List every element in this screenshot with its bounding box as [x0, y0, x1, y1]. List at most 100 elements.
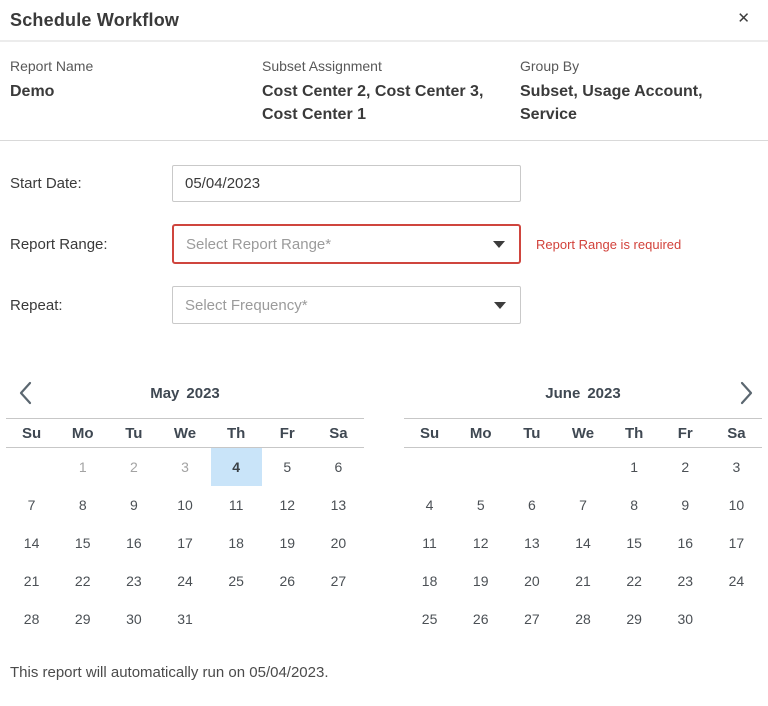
- day-of-week-header: Fr: [660, 418, 711, 448]
- calendar-day[interactable]: 26: [455, 600, 506, 638]
- calendar-day[interactable]: 10: [711, 486, 762, 524]
- month-title: May 2023: [40, 385, 330, 402]
- calendar-day[interactable]: 25: [404, 600, 455, 638]
- calendar-day[interactable]: 4: [404, 486, 455, 524]
- calendar-day[interactable]: 23: [660, 562, 711, 600]
- calendar-day[interactable]: 28: [6, 600, 57, 638]
- month-name: May: [150, 385, 179, 402]
- calendar-day[interactable]: 11: [211, 486, 262, 524]
- calendar-day[interactable]: 21: [6, 562, 57, 600]
- calendar-day[interactable]: 1: [609, 448, 660, 486]
- repeat-placeholder: Select Frequency*: [185, 297, 308, 314]
- calendar-day[interactable]: 12: [262, 486, 313, 524]
- calendar-day[interactable]: 6: [313, 448, 364, 486]
- report-range-placeholder: Select Report Range*: [186, 236, 331, 253]
- calendar-day[interactable]: 3: [711, 448, 762, 486]
- calendar-day[interactable]: 9: [108, 486, 159, 524]
- repeat-row: Repeat: Select Frequency*: [10, 286, 758, 324]
- start-date-input[interactable]: [172, 165, 521, 202]
- calendar-day[interactable]: 2: [660, 448, 711, 486]
- calendar-day[interactable]: 20: [506, 562, 557, 600]
- calendar-day[interactable]: 24: [711, 562, 762, 600]
- calendar-header: June 2023: [404, 376, 762, 410]
- page-title: Schedule Workflow: [10, 10, 179, 31]
- calendar-day[interactable]: 10: [159, 486, 210, 524]
- month-title: June 2023: [438, 385, 728, 402]
- calendar-day[interactable]: 12: [455, 524, 506, 562]
- close-icon[interactable]: ✕: [731, 7, 756, 30]
- calendar-day[interactable]: 17: [711, 524, 762, 562]
- calendar-day[interactable]: 30: [660, 600, 711, 638]
- calendar-day[interactable]: 27: [506, 600, 557, 638]
- report-range-row: Report Range: Select Report Range* Repor…: [10, 224, 758, 264]
- start-date-label: Start Date:: [10, 175, 172, 192]
- prev-month-button[interactable]: [6, 381, 40, 405]
- calendar-day[interactable]: 25: [211, 562, 262, 600]
- calendar-day[interactable]: 15: [57, 524, 108, 562]
- calendar-day[interactable]: 29: [57, 600, 108, 638]
- repeat-select[interactable]: Select Frequency*: [172, 286, 521, 324]
- calendar-day-empty: [262, 600, 313, 638]
- calendar-day[interactable]: 28: [557, 600, 608, 638]
- report-name-label: Report Name: [10, 58, 262, 74]
- day-of-week-header: Tu: [108, 418, 159, 448]
- calendar-day[interactable]: 16: [108, 524, 159, 562]
- calendar-day[interactable]: 14: [557, 524, 608, 562]
- chevron-right-icon: [740, 381, 754, 405]
- day-of-week-header: Tu: [506, 418, 557, 448]
- month-year: 2023: [186, 385, 219, 402]
- calendar-day[interactable]: 8: [609, 486, 660, 524]
- calendar-day[interactable]: 21: [557, 562, 608, 600]
- day-of-week-header: Th: [211, 418, 262, 448]
- calendar-day[interactable]: 1: [57, 448, 108, 486]
- calendar-day-empty: [557, 448, 608, 486]
- calendar-day[interactable]: 23: [108, 562, 159, 600]
- calendar-day[interactable]: 8: [57, 486, 108, 524]
- calendar-day[interactable]: 7: [557, 486, 608, 524]
- calendar-day[interactable]: 31: [159, 600, 210, 638]
- calendar-day-empty: [506, 448, 557, 486]
- day-of-week-header: Mo: [455, 418, 506, 448]
- calendar-day[interactable]: 6: [506, 486, 557, 524]
- calendar-day[interactable]: 9: [660, 486, 711, 524]
- calendar-day[interactable]: 13: [313, 486, 364, 524]
- calendar-day[interactable]: 27: [313, 562, 364, 600]
- next-month-button[interactable]: [728, 381, 762, 405]
- calendar-day[interactable]: 22: [57, 562, 108, 600]
- calendar-day-empty: [711, 600, 762, 638]
- calendar-day[interactable]: 19: [455, 562, 506, 600]
- calendar-day[interactable]: 3: [159, 448, 210, 486]
- day-of-week-header: We: [159, 418, 210, 448]
- calendar-day[interactable]: 14: [6, 524, 57, 562]
- chevron-down-icon: [494, 302, 506, 309]
- calendar-day[interactable]: 16: [660, 524, 711, 562]
- calendar-day[interactable]: 18: [404, 562, 455, 600]
- calendar-day[interactable]: 15: [609, 524, 660, 562]
- auto-run-note: This report will automatically run on 05…: [0, 638, 768, 681]
- calendar-day[interactable]: 7: [6, 486, 57, 524]
- calendar-day[interactable]: 30: [108, 600, 159, 638]
- calendar-day[interactable]: 22: [609, 562, 660, 600]
- calendar-day[interactable]: 17: [159, 524, 210, 562]
- calendar-day[interactable]: 11: [404, 524, 455, 562]
- day-of-week-header: Su: [6, 418, 57, 448]
- subset-assignment-value: Cost Center 2, Cost Center 3, Cost Cente…: [262, 80, 494, 126]
- day-of-week-header: Sa: [313, 418, 364, 448]
- month-year: 2023: [587, 385, 620, 402]
- report-range-select[interactable]: Select Report Range*: [172, 224, 521, 264]
- month-name: June: [545, 385, 580, 402]
- calendar-day[interactable]: 13: [506, 524, 557, 562]
- calendar-day[interactable]: 26: [262, 562, 313, 600]
- calendar-day[interactable]: 5: [262, 448, 313, 486]
- calendar-day[interactable]: 4: [211, 448, 262, 486]
- repeat-label: Repeat:: [10, 297, 172, 314]
- date-picker: May2023 SuMoTuWeThFrSa123456789101112131…: [0, 346, 768, 638]
- calendar-day[interactable]: 29: [609, 600, 660, 638]
- calendar-day[interactable]: 19: [262, 524, 313, 562]
- calendar-day[interactable]: 20: [313, 524, 364, 562]
- calendar-day[interactable]: 24: [159, 562, 210, 600]
- calendar-day[interactable]: 5: [455, 486, 506, 524]
- calendar-day[interactable]: 2: [108, 448, 159, 486]
- calendar-day[interactable]: 18: [211, 524, 262, 562]
- calendar-day-empty: [6, 448, 57, 486]
